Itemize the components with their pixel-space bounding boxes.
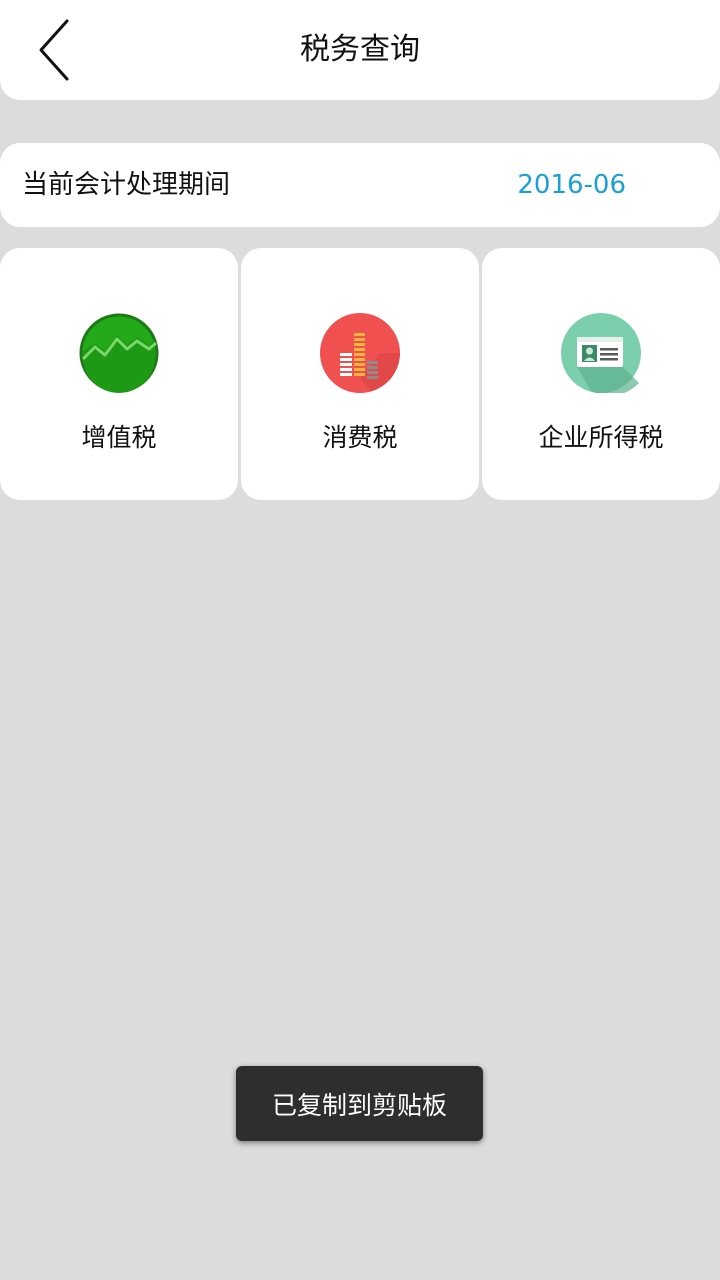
tile-consumption-tax-label: 消费税 bbox=[322, 423, 398, 452]
tile-consumption-tax[interactable]: 消费税 bbox=[241, 248, 479, 500]
accounting-period-value[interactable]: 2016-06 bbox=[517, 165, 626, 205]
tax-type-grid: 增值税 消费税 企业所得税 bbox=[0, 248, 720, 500]
copied-toast: 已复制到剪贴板 bbox=[236, 1066, 483, 1141]
tile-vat-label: 增值税 bbox=[81, 423, 157, 452]
tile-corporate-income-tax-label: 企业所得税 bbox=[538, 423, 664, 452]
tile-vat[interactable]: 增值税 bbox=[0, 248, 238, 500]
id-card-icon bbox=[561, 313, 641, 393]
accounting-period-row: 当前会计处理期间 2016-06 bbox=[0, 143, 720, 227]
tile-corporate-income-tax[interactable]: 企业所得税 bbox=[482, 248, 720, 500]
green-chart-icon bbox=[79, 313, 159, 393]
accounting-period-label: 当前会计处理期间 bbox=[22, 170, 231, 200]
page-title: 税务查询 bbox=[300, 32, 420, 67]
top-bar: 税务查询 bbox=[0, 0, 720, 100]
red-bar-chart-icon bbox=[320, 313, 400, 393]
